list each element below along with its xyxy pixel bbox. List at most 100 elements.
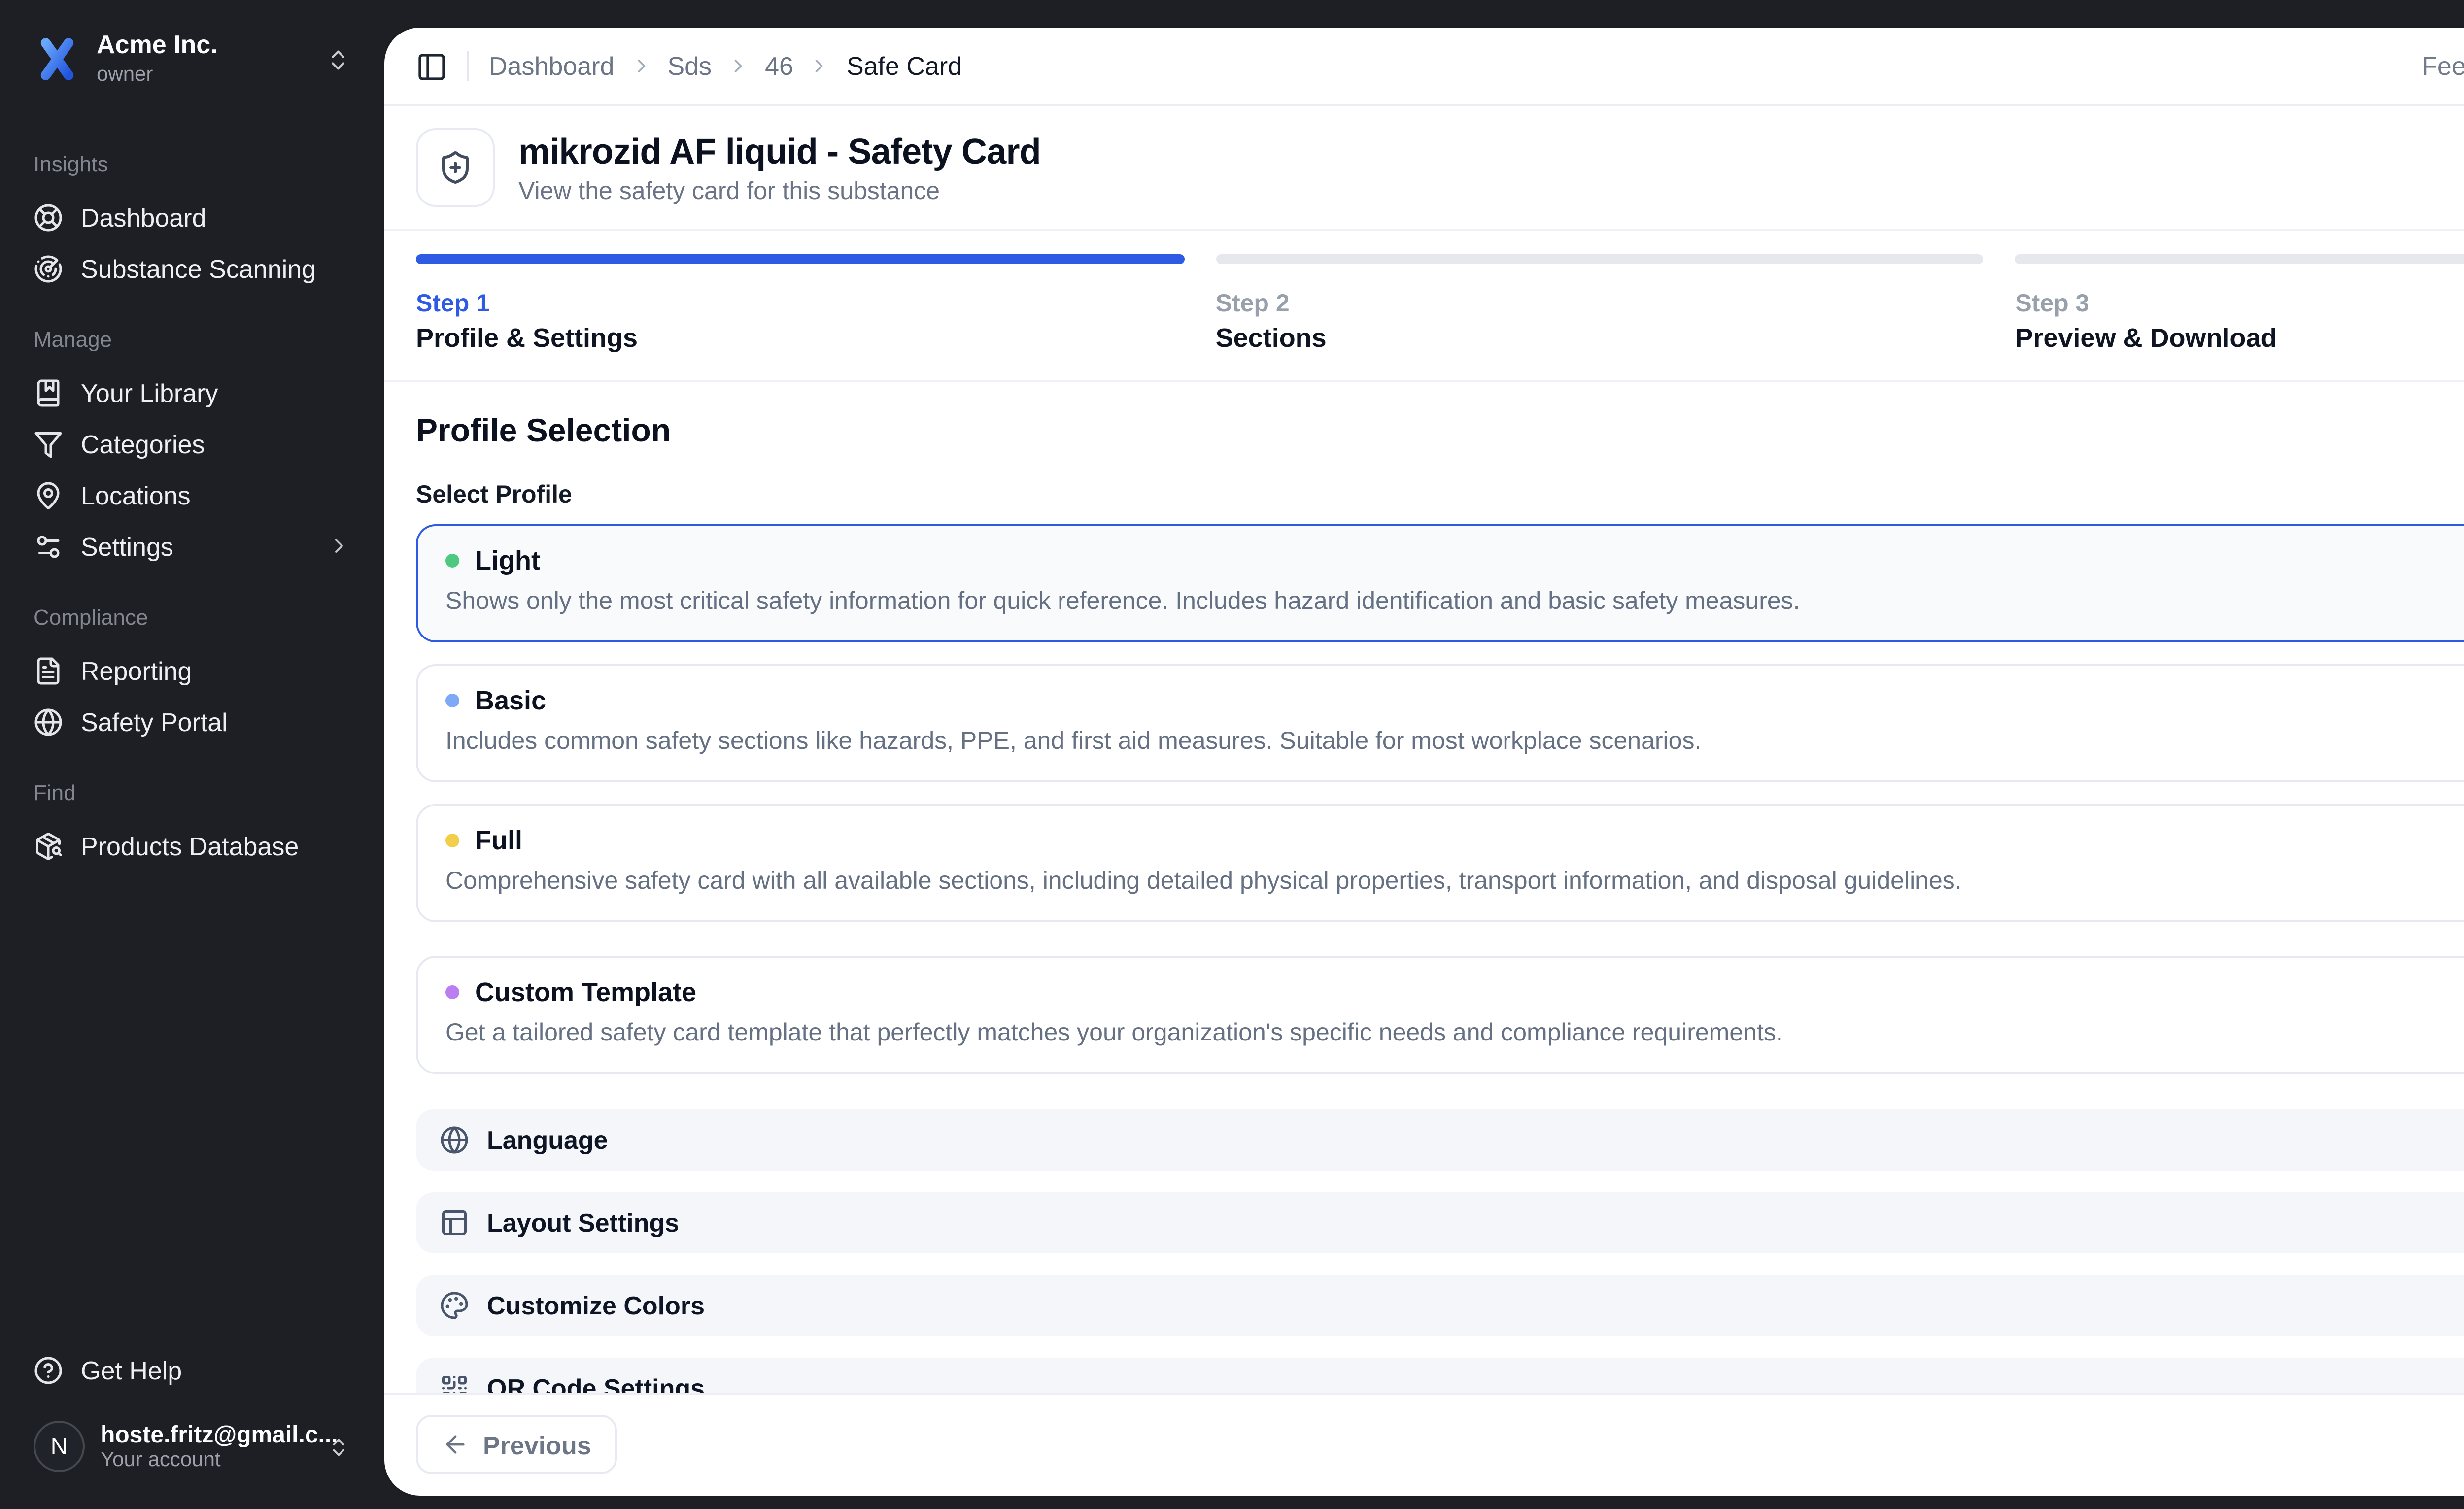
chevron-right-icon — [327, 534, 351, 558]
step-label: Step 2 — [1216, 290, 1984, 317]
page-title-group: mikrozid AF liquid - Safety Card View th… — [518, 131, 1041, 204]
profile-dot-icon — [445, 694, 459, 707]
sidebar-item-substance-scanning[interactable]: Substance Scanning — [18, 242, 367, 294]
sidebar-item-safety-portal[interactable]: Safety Portal — [18, 696, 367, 747]
sidebar-item-label: Your Library — [81, 377, 218, 407]
breadcrumb: Dashboard Sds 46 Safe Card — [489, 51, 962, 81]
profile-dot-icon — [445, 833, 459, 847]
page-header: mikrozid AF liquid - Safety Card View th… — [384, 106, 2464, 231]
step-3[interactable]: Step 3 Preview & Download — [2015, 254, 2464, 353]
option-label: Custom Template — [475, 977, 696, 1006]
sidebar-item-reporting[interactable]: Reporting — [18, 644, 367, 696]
sidebar-footer: Get Help N hoste.fritz@gmail.c... Your a… — [18, 1345, 367, 1485]
chevron-right-icon — [630, 55, 651, 77]
globe-icon — [34, 706, 63, 736]
sidebar-item-label: Safety Portal — [81, 706, 228, 736]
option-label: Light — [475, 546, 540, 575]
breadcrumb-dashboard[interactable]: Dashboard — [489, 51, 614, 81]
radar-icon — [34, 253, 63, 283]
sidebar-item-locations[interactable]: Locations — [18, 469, 367, 520]
sidebar-item-label: Substance Scanning — [81, 253, 316, 283]
user-email: hoste.fritz@gmail.c... — [101, 1420, 312, 1449]
breadcrumb-sds[interactable]: Sds — [667, 51, 712, 81]
select-profile-label: Select Profile — [416, 481, 2464, 508]
previous-button-label: Previous — [483, 1430, 591, 1460]
accordion-language[interactable]: Language — [416, 1108, 2464, 1170]
step-name: Preview & Download — [2015, 323, 2464, 353]
avatar: N — [34, 1421, 85, 1473]
chevrons-up-down-icon — [325, 46, 351, 72]
sliders-icon — [34, 531, 63, 561]
nav-section-manage: Manage — [18, 329, 367, 353]
filter-icon — [34, 429, 63, 458]
chevrons-up-down-icon — [328, 1434, 351, 1460]
step-progress-bar — [1216, 254, 1984, 264]
nav-section-insights: Insights — [18, 154, 367, 177]
accordion-label: Layout Settings — [487, 1207, 679, 1237]
step-2[interactable]: Step 2 Sections — [1216, 254, 1984, 353]
sidebar-item-label: Products Database — [81, 831, 299, 860]
breadcrumb-current: Safe Card — [847, 51, 962, 81]
option-description: Comprehensive safety card with all avail… — [445, 865, 2464, 898]
sidebar-item-categories[interactable]: Categories — [18, 418, 367, 469]
accordion-label: Language — [487, 1124, 608, 1154]
settings-accordions: Language Layout Settings Customize Color… — [416, 1108, 2464, 1393]
accordion-label: QR Code Settings — [487, 1373, 705, 1393]
previous-button[interactable]: Previous — [416, 1415, 617, 1475]
option-description: Shows only the most critical safety info… — [445, 585, 2464, 619]
nav-section-compliance: Compliance — [18, 607, 367, 631]
option-head: Custom Template — [445, 977, 2464, 1006]
sidebar: Acme Inc. owner Insights Dashboard Subst… — [0, 0, 384, 1509]
sidebar-item-label: Locations — [81, 480, 191, 509]
accordion-qr-code-settings[interactable]: QR Code Settings — [416, 1357, 2464, 1393]
app-root: Acme Inc. owner Insights Dashboard Subst… — [0, 0, 2464, 1509]
sidebar-item-get-help[interactable]: Get Help — [18, 1345, 367, 1397]
org-role: owner — [97, 63, 218, 87]
package-search-icon — [34, 831, 63, 860]
option-head: Basic — [445, 686, 2464, 715]
sidebar-item-label: Settings — [81, 531, 173, 561]
accordion-customize-colors[interactable]: Customize Colors — [416, 1274, 2464, 1335]
step-name: Sections — [1216, 323, 1984, 353]
shield-plus-icon — [438, 150, 473, 185]
breadcrumb-46[interactable]: 46 — [765, 51, 793, 81]
sidebar-item-settings[interactable]: Settings — [18, 520, 367, 571]
feedback-button[interactable]: Feedback F — [2422, 46, 2464, 86]
user-account-menu[interactable]: N hoste.fritz@gmail.c... Your account — [18, 1408, 367, 1485]
title-icon-box — [416, 128, 495, 207]
org-switcher[interactable]: Acme Inc. owner — [18, 20, 367, 99]
book-marked-icon — [34, 377, 63, 407]
palette-icon — [440, 1290, 469, 1319]
layout-icon — [440, 1207, 469, 1237]
wizard-footer: Previous Next — [384, 1393, 2464, 1495]
feedback-label: Feedback — [2422, 51, 2464, 81]
qr-code-icon — [440, 1373, 469, 1393]
chevron-right-icon — [727, 55, 749, 77]
sidebar-nav: Insights Dashboard Substance Scanning Ma… — [18, 118, 367, 871]
panel-left-toggle-icon[interactable] — [416, 50, 447, 82]
profile-option-light[interactable]: Light Shows only the most critical safet… — [416, 524, 2464, 642]
profile-option-full[interactable]: Full Comprehensive safety card with all … — [416, 804, 2464, 922]
life-buoy-icon — [34, 202, 63, 232]
chevron-right-icon — [809, 55, 831, 77]
section-heading: Profile Selection — [416, 414, 2464, 451]
sidebar-item-your-library[interactable]: Your Library — [18, 367, 367, 418]
arrow-left-icon — [442, 1431, 469, 1459]
option-label: Basic — [475, 686, 546, 715]
step-progress: Step 1 Profile & Settings Step 2 Section… — [384, 231, 2464, 382]
user-caption: Your account — [101, 1449, 312, 1474]
option-description: Includes common safety sections like haz… — [445, 725, 2464, 759]
globe-icon — [440, 1124, 469, 1154]
sidebar-item-dashboard[interactable]: Dashboard — [18, 191, 367, 242]
profile-option-basic[interactable]: Basic Includes common safety sections li… — [416, 664, 2464, 782]
sidebar-item-label: Get Help — [81, 1356, 182, 1386]
main-panel: Dashboard Sds 46 Safe Card Feedback F EN — [384, 28, 2464, 1495]
file-text-icon — [34, 655, 63, 685]
sidebar-item-label: Dashboard — [81, 202, 206, 232]
sidebar-item-products-database[interactable]: Products Database — [18, 820, 367, 871]
org-name: Acme Inc. — [97, 32, 218, 61]
nav-section-find: Find — [18, 782, 367, 806]
step-1[interactable]: Step 1 Profile & Settings — [416, 254, 1184, 353]
profile-option-custom-template[interactable]: Custom Template Get a tailored safety ca… — [416, 955, 2464, 1073]
accordion-layout-settings[interactable]: Layout Settings — [416, 1191, 2464, 1252]
